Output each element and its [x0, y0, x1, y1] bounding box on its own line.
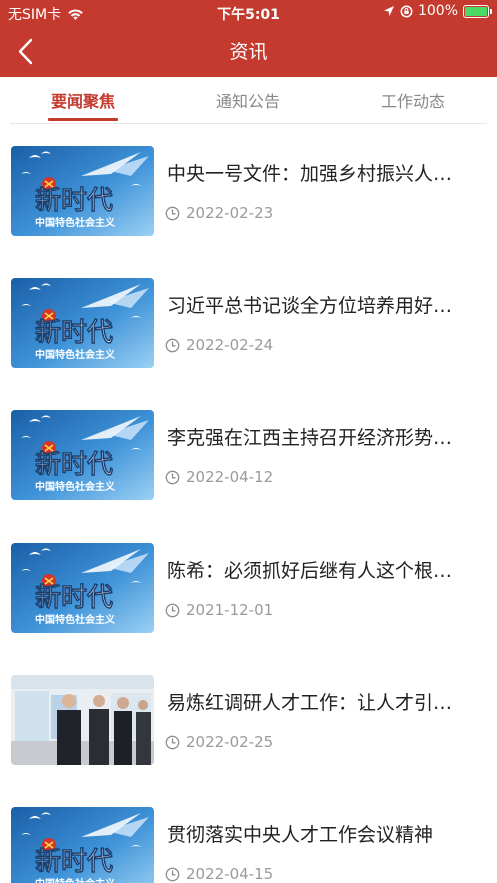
tab-label: 要闻聚焦: [50, 92, 115, 111]
clock-icon: [165, 603, 180, 617]
battery-percent: 100%: [417, 3, 458, 19]
page-title: 资讯: [229, 41, 268, 63]
news-item[interactable]: 易炼红调研人才工作：让人才引得进留得住 2022-02-25: [0, 675, 497, 795]
tab-divider: [10, 123, 487, 124]
clock-icon: [165, 470, 180, 484]
news-item[interactable]: 新时代 中国特色社会主义 习近平总书记谈全方位培养用好人才 2022-02-24: [0, 278, 497, 398]
news-title: 贯彻落实中央人才工作会议精神: [167, 824, 434, 846]
active-tab-indicator: [48, 118, 118, 121]
tab-bar: 要闻聚焦 通知公告 工作动态: [0, 77, 497, 124]
tab-work-updates[interactable]: 工作动态: [373, 77, 453, 123]
tab-label: 通知公告: [215, 92, 280, 111]
thumbnail-banner-text: 新时代: [35, 317, 113, 348]
news-date-row: 2022-04-15: [165, 865, 273, 883]
orientation-lock-icon: [400, 5, 413, 17]
news-title: 习近平总书记谈全方位培养用好人才: [167, 295, 457, 317]
chevron-left-icon: [18, 38, 33, 65]
back-button[interactable]: [10, 34, 46, 70]
thumbnail-banner-subtext: 中国特色社会主义: [35, 348, 116, 361]
thumbnail-banner-subtext: 中国特色社会主义: [35, 613, 116, 626]
news-title: 中央一号文件：加强乡村振兴人才队伍建设: [167, 163, 457, 185]
news-thumbnail-banner: 新时代 中国特色社会主义: [11, 807, 154, 883]
news-date-row: 2022-02-23: [165, 204, 273, 222]
app-header: 无SIM卡 下午5:01 100% 资讯: [0, 0, 497, 77]
thumbnail-banner-text: 新时代: [35, 185, 113, 216]
news-date: 2022-02-24: [186, 336, 274, 354]
news-date-row: 2022-02-25: [165, 733, 273, 751]
news-thumbnail-banner: 新时代 中国特色社会主义: [11, 410, 154, 500]
news-date-row: 2022-02-24: [165, 336, 273, 354]
news-thumbnail-photo: [11, 675, 154, 765]
thumbnail-banner-text: 新时代: [35, 846, 113, 877]
status-bar: 无SIM卡 下午5:01 100%: [0, 0, 497, 26]
thumbnail-banner-subtext: 中国特色社会主义: [35, 480, 116, 493]
battery-icon: [463, 4, 492, 18]
thumbnail-banner-subtext: 中国特色社会主义: [35, 216, 116, 229]
clock-icon: [165, 206, 180, 220]
clock-icon: [165, 867, 180, 881]
status-right: 100%: [383, 3, 492, 19]
thumbnail-banner-text: 新时代: [35, 449, 113, 480]
news-date: 2022-04-12: [186, 468, 274, 486]
news-date: 2022-02-25: [186, 733, 274, 751]
navbar: 资讯: [0, 26, 497, 77]
news-thumbnail-banner: 新时代 中国特色社会主义: [11, 146, 154, 236]
news-title: 李克强在江西主持召开经济形势座谈会: [167, 427, 457, 449]
clock-icon: [165, 735, 180, 749]
news-thumbnail-banner: 新时代 中国特色社会主义: [11, 278, 154, 368]
tab-announcements[interactable]: 通知公告: [208, 77, 288, 123]
news-title: 陈希：必须抓好后继有人这个根本大计: [167, 560, 457, 582]
news-item[interactable]: 新时代 中国特色社会主义 中央一号文件：加强乡村振兴人才队伍建设 2022-02-…: [0, 146, 497, 266]
news-item[interactable]: 新时代 中国特色社会主义 李克强在江西主持召开经济形势座谈会 2022-04-12: [0, 410, 497, 530]
news-item[interactable]: 新时代 中国特色社会主义 贯彻落实中央人才工作会议精神 2022-04-15: [0, 807, 497, 883]
news-date-row: 2022-04-12: [165, 468, 273, 486]
clock-icon: [165, 338, 180, 352]
thumbnail-banner-text: 新时代: [35, 582, 113, 613]
news-date-row: 2021-12-01: [165, 601, 273, 619]
location-arrow-icon: [383, 6, 394, 16]
news-title: 易炼红调研人才工作：让人才引得进留得住: [167, 692, 457, 714]
tab-label: 工作动态: [380, 92, 445, 111]
tab-focus-news[interactable]: 要闻聚焦: [44, 77, 122, 123]
news-date: 2022-02-23: [186, 204, 274, 222]
news-thumbnail-banner: 新时代 中国特色社会主义: [11, 543, 154, 633]
news-date: 2022-04-15: [186, 865, 274, 883]
news-date: 2021-12-01: [186, 601, 274, 619]
news-item[interactable]: 新时代 中国特色社会主义 陈希：必须抓好后继有人这个根本大计 2021-12-01: [0, 543, 497, 663]
